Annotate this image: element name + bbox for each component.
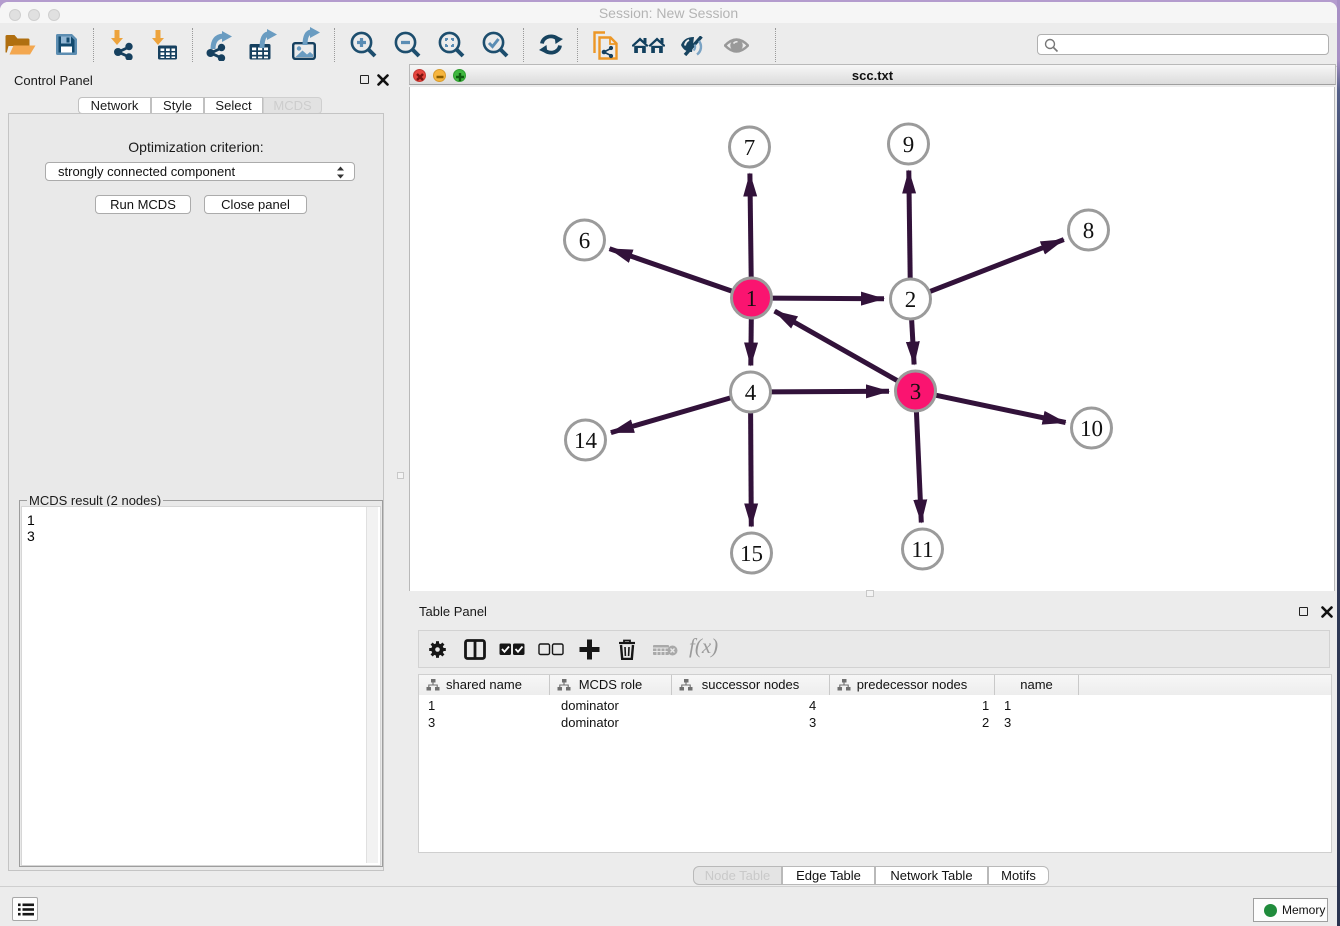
svg-text:1: 1 [746,286,758,311]
svg-text:14: 14 [574,428,598,453]
svg-text:7: 7 [744,135,756,160]
svg-text:3: 3 [910,379,922,404]
svg-text:9: 9 [903,132,915,157]
svg-text:2: 2 [905,287,917,312]
svg-text:8: 8 [1083,218,1095,243]
svg-text:4: 4 [745,380,757,405]
svg-text:15: 15 [740,541,763,566]
svg-text:6: 6 [579,228,591,253]
svg-text:10: 10 [1080,416,1103,441]
svg-text:11: 11 [911,537,933,562]
